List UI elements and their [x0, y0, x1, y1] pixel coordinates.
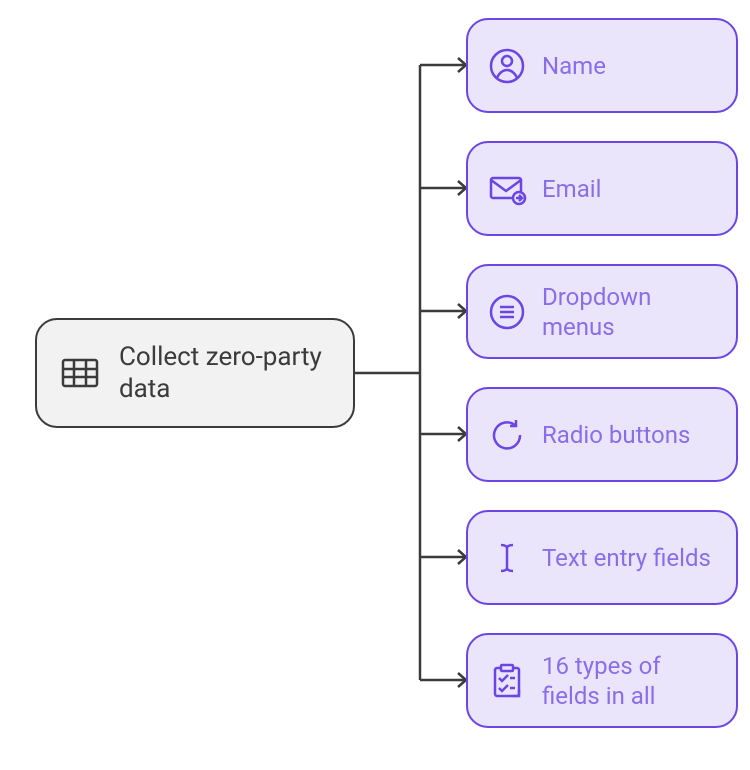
- table-icon: [57, 350, 103, 396]
- root-node: Collect zero-party data: [35, 318, 355, 428]
- child-label: Email: [542, 174, 601, 204]
- child-label: Name: [542, 51, 606, 81]
- list-circle-icon: [486, 291, 528, 333]
- child-node-text-entry: Text entry fields: [466, 510, 738, 605]
- diagram-container: Collect zero-party data Name: [0, 0, 750, 770]
- child-node-email: Email: [466, 141, 738, 236]
- child-node-name: Name: [466, 18, 738, 113]
- child-node-all-fields: 16 types of fields in all: [466, 633, 738, 728]
- refresh-icon: [486, 414, 528, 456]
- child-label: Text entry fields: [542, 543, 711, 573]
- child-label: 16 types of fields in all: [542, 651, 718, 711]
- checklist-icon: [486, 660, 528, 702]
- mail-forward-icon: [486, 168, 528, 210]
- child-label: Dropdown menus: [542, 282, 718, 342]
- text-cursor-icon: [486, 537, 528, 579]
- child-label: Radio buttons: [542, 420, 690, 450]
- child-node-dropdown: Dropdown menus: [466, 264, 738, 359]
- child-node-radio: Radio buttons: [466, 387, 738, 482]
- child-nodes-container: Name Email: [466, 18, 738, 728]
- root-label: Collect zero-party data: [119, 341, 333, 406]
- user-icon: [486, 45, 528, 87]
